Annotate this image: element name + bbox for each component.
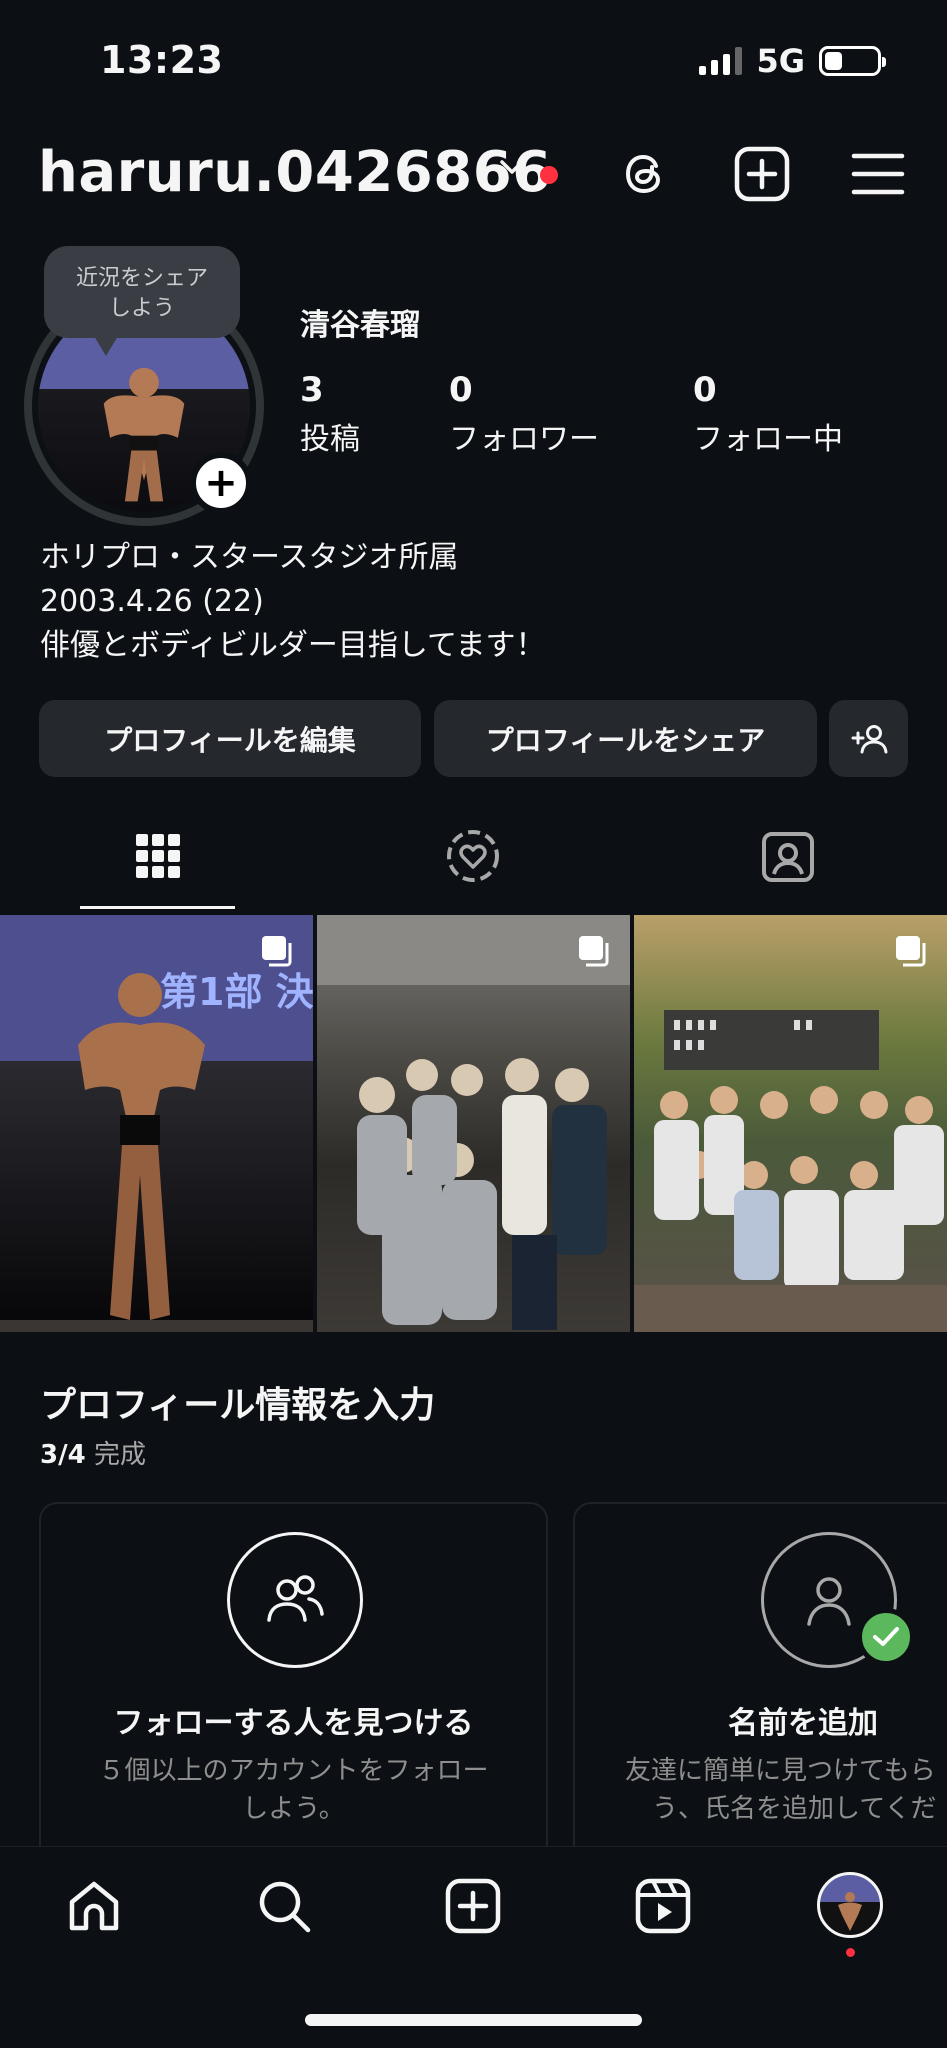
post-thumbnail[interactable]: 第1部 決 <box>0 915 313 1332</box>
post-photo <box>317 915 630 1330</box>
notification-dot <box>540 166 558 184</box>
notification-dot <box>846 1948 855 1957</box>
bio-line: 2003.4.26 (22) <box>40 584 264 619</box>
tagged-icon[interactable] <box>758 826 818 886</box>
multiple-photos-icon <box>579 936 609 967</box>
card-description: ５個以上のアカウントをフォロー <box>98 1756 489 1786</box>
people-icon <box>227 1532 363 1668</box>
add-story-button[interactable]: + <box>190 452 252 514</box>
following-count[interactable]: 0 <box>693 370 717 410</box>
card-title: 名前を追加 <box>728 1706 878 1741</box>
edit-profile-button[interactable]: プロフィールを編集 <box>39 700 421 777</box>
profile-info-progress: 3/4 完成 <box>40 1440 146 1470</box>
reels-icon[interactable] <box>443 826 503 886</box>
check-icon <box>857 1608 915 1666</box>
post-thumbnail[interactable] <box>317 915 630 1332</box>
bio-line: 俳優とボディビルダー目指してます！ <box>40 628 546 663</box>
signal-icon <box>699 47 743 75</box>
profile-info-title: プロフィール情報を入力 <box>40 1385 436 1426</box>
following-label[interactable]: フォロー中 <box>693 414 843 458</box>
card-title: フォローする人を見つける <box>113 1706 474 1741</box>
active-tab-indicator <box>80 906 235 909</box>
status-indicators: 5G <box>699 42 886 80</box>
post-photo <box>634 1010 947 1332</box>
post-photo: 第1部 決 <box>0 970 313 1332</box>
grid-icon[interactable] <box>128 826 188 886</box>
multiple-photos-icon <box>262 936 292 967</box>
followers-count[interactable]: 0 <box>449 370 473 410</box>
add-name-card[interactable]: 名前を追加 友達に簡単に見つけてもら う、氏名を追加してくだ <box>573 1502 947 1862</box>
followers-label[interactable]: フォロワー <box>449 414 599 458</box>
bio-line: ホリプロ・スタースタジオ所属 <box>40 540 459 575</box>
discover-people-button[interactable] <box>829 700 908 777</box>
multiple-photos-icon <box>896 936 926 967</box>
battery-icon <box>819 46 886 76</box>
card-description: う、氏名を追加してくだ <box>652 1794 937 1824</box>
card-description: しよう。 <box>242 1794 345 1824</box>
home-indicator <box>305 2014 642 2026</box>
note-bubble[interactable]: 近況をシェア しよう <box>44 246 240 356</box>
status-time: 13:23 <box>100 38 224 82</box>
profile-avatar[interactable] <box>817 1872 883 1938</box>
reels-icon[interactable] <box>633 1876 693 1936</box>
add-person-icon <box>851 724 887 753</box>
card-description: 友達に簡単に見つけてもら <box>625 1756 936 1786</box>
svg-text:第1部 決: 第1部 決 <box>160 970 313 1014</box>
menu-icon[interactable] <box>848 144 908 204</box>
share-profile-button[interactable]: プロフィールをシェア <box>434 700 817 777</box>
display-name: 清谷春瑠 <box>300 308 420 343</box>
threads-icon[interactable] <box>616 144 676 204</box>
find-people-card[interactable]: フォローする人を見つける ５個以上のアカウントをフォロー しよう。 <box>39 1502 548 1862</box>
new-post-icon[interactable] <box>732 144 792 204</box>
chevron-down-icon[interactable] <box>498 158 526 178</box>
network-type: 5G <box>756 42 805 80</box>
search-icon[interactable] <box>254 1876 314 1936</box>
posts-label[interactable]: 投稿 <box>300 414 360 458</box>
create-icon[interactable] <box>443 1876 503 1936</box>
home-icon[interactable] <box>64 1876 124 1936</box>
post-thumbnail[interactable] <box>634 915 947 1332</box>
username[interactable]: haruru.0426866 <box>38 140 552 205</box>
posts-count[interactable]: 3 <box>300 370 324 410</box>
